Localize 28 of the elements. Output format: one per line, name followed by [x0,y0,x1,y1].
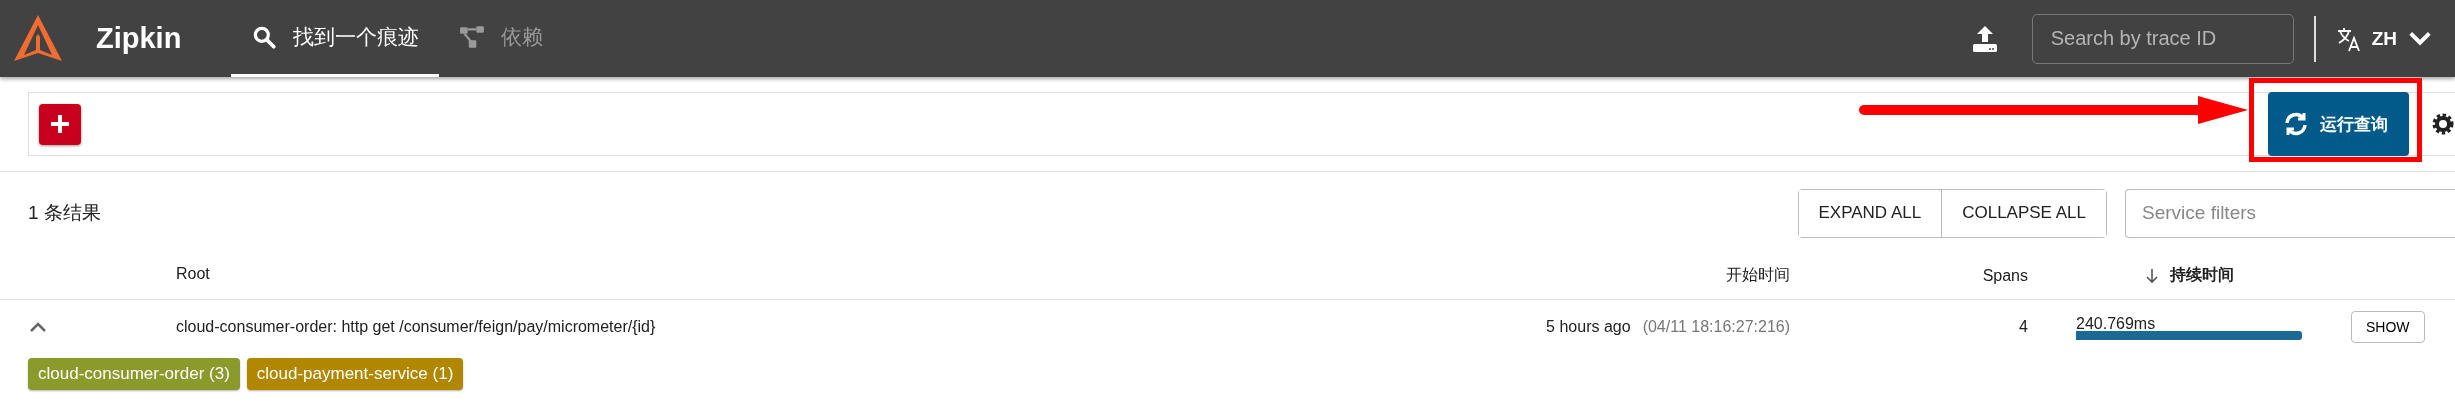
duration-value: 240.769ms [2076,314,2157,333]
sort-descending-icon [2144,267,2160,284]
refresh-icon [2282,110,2310,138]
span-count: 4 [2018,318,2028,336]
relative-time: 5 hours ago [1546,318,1631,336]
nav-tab[interactable]: 依赖 [439,0,564,77]
language-selector[interactable]: ZH [2335,25,2433,52]
show-button[interactable]: SHOW [2351,311,2425,343]
search-icon [251,24,278,50]
trace-root-name: cloud-consumer-order: http get /consumer/feign/pay/micrometer/{id} [176,318,656,336]
run-query-button[interactable]: 运行查询 [2268,92,2409,156]
service-filter-field[interactable]: Service filters [2125,188,2455,238]
collapse-all-button[interactable]: COLLAPSE ALL [1941,189,2106,237]
column-header: Spans [1981,266,2028,285]
collapse-icon[interactable] [28,320,48,334]
translate-icon [2335,25,2362,52]
dependency-graph-icon [459,24,486,50]
settings-icon[interactable] [2431,112,2455,136]
nav-tab[interactable]: 找到一个痕迹 [231,0,440,77]
plus-icon [49,113,71,135]
column-header: Root [176,265,210,284]
trace-id-search-field[interactable]: Search by trace ID [2031,13,2294,64]
column-header[interactable]: 持续时间 [2076,265,2302,286]
column-header: 开始时间 [1726,265,1790,285]
add-criteria-button[interactable] [39,103,81,145]
start-timestamp: (04/11 18:16:27:216) [1642,318,1790,336]
app-title: Zipkin [96,22,182,55]
result-count: 1 条结果 [28,201,101,225]
